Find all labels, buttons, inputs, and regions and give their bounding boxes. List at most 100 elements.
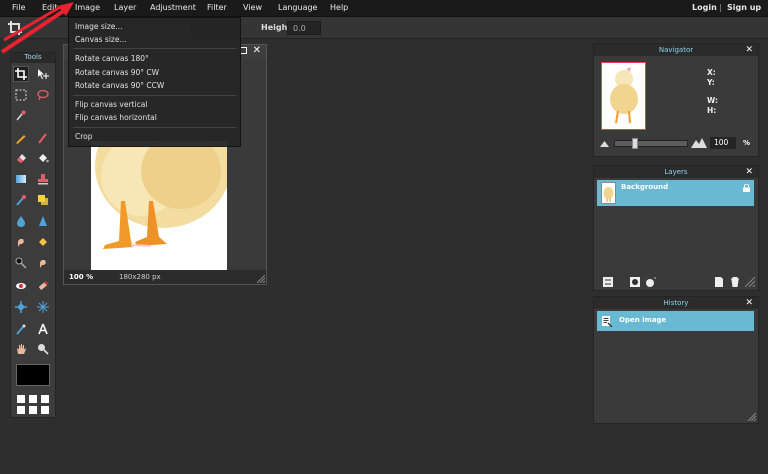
zoom-slider-handle[interactable] — [632, 138, 638, 149]
navigator-zoom-input[interactable]: 100 — [710, 137, 736, 149]
sharpen-tool-icon[interactable] — [35, 213, 51, 229]
image-dimensions: 180x280 px — [119, 273, 161, 281]
menu-item-flip-horizontal[interactable]: Flip canvas horizontal — [75, 113, 157, 122]
zoom-slider[interactable] — [614, 140, 688, 147]
lock-icon[interactable] — [743, 184, 750, 192]
maximize-icon[interactable] — [240, 47, 247, 54]
red-arrow-annotation — [0, 2, 74, 54]
close-icon[interactable]: ✕ — [745, 297, 753, 309]
hand-tool-icon[interactable] — [13, 341, 29, 357]
history-panel: History ✕ Open image — [593, 296, 759, 424]
menu-help[interactable]: Help — [330, 3, 348, 12]
nav-x-label: X: — [707, 68, 716, 77]
menu-filter[interactable]: Filter — [207, 3, 227, 12]
history-item-label: Open image — [619, 316, 667, 324]
grid-icon[interactable] — [17, 395, 51, 415]
layer-thumbnail — [601, 182, 616, 204]
bloat-tool-icon[interactable] — [13, 299, 29, 315]
menu-item-flip-vertical[interactable]: Flip canvas vertical — [75, 100, 147, 109]
menu-adjustment[interactable]: Adjustment — [150, 3, 196, 12]
layer-mask-icon[interactable] — [630, 277, 640, 287]
dodge-tool-icon[interactable] — [13, 255, 29, 271]
menu-divider — [73, 48, 236, 49]
eraser-tool-icon[interactable] — [13, 150, 29, 166]
clone-stamp-tool-icon[interactable] — [35, 171, 51, 187]
navigator-chick-thumb — [610, 67, 638, 124]
gradient-tool-icon[interactable] — [13, 171, 29, 187]
zoom-in-icon[interactable] — [691, 137, 707, 148]
menu-divider — [73, 127, 236, 128]
login-link[interactable]: Login — [692, 3, 717, 12]
layer-item[interactable]: Background — [597, 180, 754, 206]
navigator-panel: Navigator ✕ X: Y: W: H: 100 % — [593, 43, 759, 157]
lasso-tool-icon[interactable] — [35, 87, 51, 103]
close-icon[interactable]: ✕ — [253, 45, 261, 56]
brush-tool-icon[interactable] — [35, 130, 51, 146]
draw-tool-icon[interactable] — [35, 192, 51, 208]
color-picker-tool-icon[interactable] — [13, 321, 29, 337]
layer-settings-icon[interactable] — [603, 277, 613, 287]
history-title: History — [663, 299, 689, 307]
fill-tool-icon[interactable] — [35, 150, 51, 166]
sponge-tool-icon[interactable] — [35, 234, 51, 250]
zoom-value: 100 — [69, 273, 84, 281]
close-icon[interactable]: ✕ — [745, 166, 753, 178]
menu-bar: File Edit Image Layer Adjustment Filter … — [0, 0, 768, 17]
layers-footer — [594, 274, 758, 290]
image-menu-dropdown: Image size... Canvas size... Rotate canv… — [68, 17, 241, 147]
type-tool-icon[interactable] — [35, 321, 51, 337]
navigator-zoom-unit: % — [743, 139, 751, 147]
zoom-tool-icon[interactable] — [35, 341, 51, 357]
layer-name: Background — [621, 183, 669, 191]
color-replace-tool-icon[interactable] — [13, 192, 29, 208]
blur-tool-icon[interactable] — [13, 213, 29, 229]
menu-item-image-size[interactable]: Image size... — [75, 22, 123, 31]
resize-grip-icon[interactable] — [257, 275, 265, 283]
menu-item-rotate-90-ccw[interactable]: Rotate canvas 90° CCW — [75, 81, 164, 90]
resize-grip-icon[interactable] — [748, 413, 756, 421]
red-eye-tool-icon[interactable] — [13, 278, 29, 294]
image-statusbar: 100 % 180x280 px — [64, 270, 266, 284]
layers-title: Layers — [664, 168, 688, 176]
history-item[interactable]: Open image — [597, 311, 754, 331]
menu-item-rotate-180[interactable]: Rotate canvas 180° — [75, 54, 149, 63]
signup-link[interactable]: Sign up — [727, 3, 761, 12]
burn-tool-icon[interactable] — [35, 255, 51, 271]
trash-icon[interactable] — [730, 277, 740, 287]
marquee-tool-icon[interactable] — [13, 87, 29, 103]
menu-item-canvas-size[interactable]: Canvas size... — [75, 35, 127, 44]
layers-panel: Layers ✕ Background — [593, 165, 759, 291]
smudge-tool-icon[interactable] — [13, 234, 29, 250]
height-field[interactable]: 0.0 — [287, 21, 321, 35]
color-swatch[interactable] — [16, 364, 50, 386]
menu-layer[interactable]: Layer — [114, 3, 136, 12]
nav-w-label: W: — [707, 96, 719, 105]
resize-grip-icon[interactable] — [745, 277, 755, 287]
navigator-zoom-row: 100 % — [594, 136, 758, 150]
move-tool-icon[interactable] — [35, 66, 51, 82]
chick-image — [95, 141, 227, 249]
zoom-unit: % — [86, 273, 94, 281]
image-canvas[interactable] — [91, 141, 227, 271]
menu-item-crop[interactable]: Crop — [75, 132, 93, 141]
new-layer-icon[interactable] — [714, 277, 724, 287]
navigator-title: Navigator — [658, 46, 694, 54]
layer-styles-icon[interactable] — [646, 277, 656, 287]
nav-h-label: H: — [707, 106, 717, 115]
open-image-icon — [602, 316, 613, 327]
zoom-out-icon[interactable] — [600, 139, 609, 147]
navigator-thumbnail[interactable] — [601, 62, 646, 130]
menu-divider — [73, 95, 236, 96]
pinch-tool-icon[interactable] — [35, 299, 51, 315]
menu-view[interactable]: View — [243, 3, 262, 12]
menu-item-rotate-90-cw[interactable]: Rotate canvas 90° CW — [75, 68, 159, 77]
magic-wand-tool-icon[interactable] — [13, 107, 29, 123]
close-icon[interactable]: ✕ — [745, 44, 753, 56]
menu-language[interactable]: Language — [278, 3, 317, 12]
menu-separator: | — [719, 3, 722, 12]
spot-heal-tool-icon[interactable] — [35, 278, 51, 294]
tools-panel: Tools — [10, 52, 56, 418]
pencil-tool-icon[interactable] — [13, 130, 29, 146]
nav-y-label: Y: — [707, 78, 715, 87]
crop-tool-icon[interactable] — [13, 66, 29, 82]
